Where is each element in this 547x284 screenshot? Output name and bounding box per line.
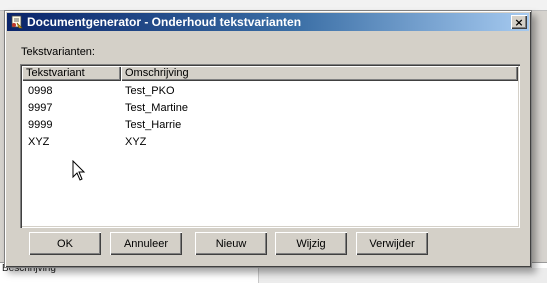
list-item[interactable]: XYZ XYZ [22, 134, 518, 151]
cell-tekstvariant: 9999 [28, 119, 53, 131]
edit-button[interactable]: Wijzig [275, 232, 347, 255]
background-right-panel [258, 268, 547, 283]
cell-omschrijving: Test_PKO [125, 85, 175, 97]
cell-omschrijving: Test_Harrie [125, 119, 182, 131]
ok-button[interactable]: OK [29, 232, 101, 255]
new-button[interactable]: Nieuw [195, 232, 267, 255]
list-item[interactable]: 9999 Test_Harrie [22, 117, 518, 134]
delete-button[interactable]: Verwijder [356, 232, 428, 255]
mouse-pointer-icon [72, 160, 86, 181]
list-caption: Tekstvarianten: [21, 46, 95, 58]
cell-tekstvariant: XYZ [28, 136, 50, 148]
cancel-button[interactable]: Annuleer [110, 232, 182, 255]
tekstvarianten-list[interactable]: Tekstvariant Omschrijving 0998 Test_PKO … [20, 64, 520, 228]
cell-tekstvariant: 0998 [28, 85, 53, 97]
column-header-tekstvariant[interactable]: Tekstvariant [22, 66, 121, 81]
title-bar[interactable]: Documentgenerator - Onderhoud tekstvaria… [7, 13, 529, 31]
window-title: Documentgenerator - Onderhoud tekstvaria… [27, 15, 302, 29]
list-item[interactable]: 0998 Test_PKO [22, 83, 518, 100]
document-generator-icon [10, 15, 24, 29]
close-icon[interactable]: × [511, 15, 527, 29]
list-item[interactable]: 9997 Test_Martine [22, 100, 518, 117]
cell-omschrijving: XYZ [125, 136, 147, 148]
cell-omschrijving: Test_Martine [125, 102, 188, 114]
cell-tekstvariant: 9997 [28, 102, 53, 114]
list-header: Tekstvariant Omschrijving [22, 66, 518, 81]
column-header-omschrijving[interactable]: Omschrijving [121, 66, 518, 81]
dialog-window: Documentgenerator - Onderhoud tekstvaria… [4, 10, 532, 268]
